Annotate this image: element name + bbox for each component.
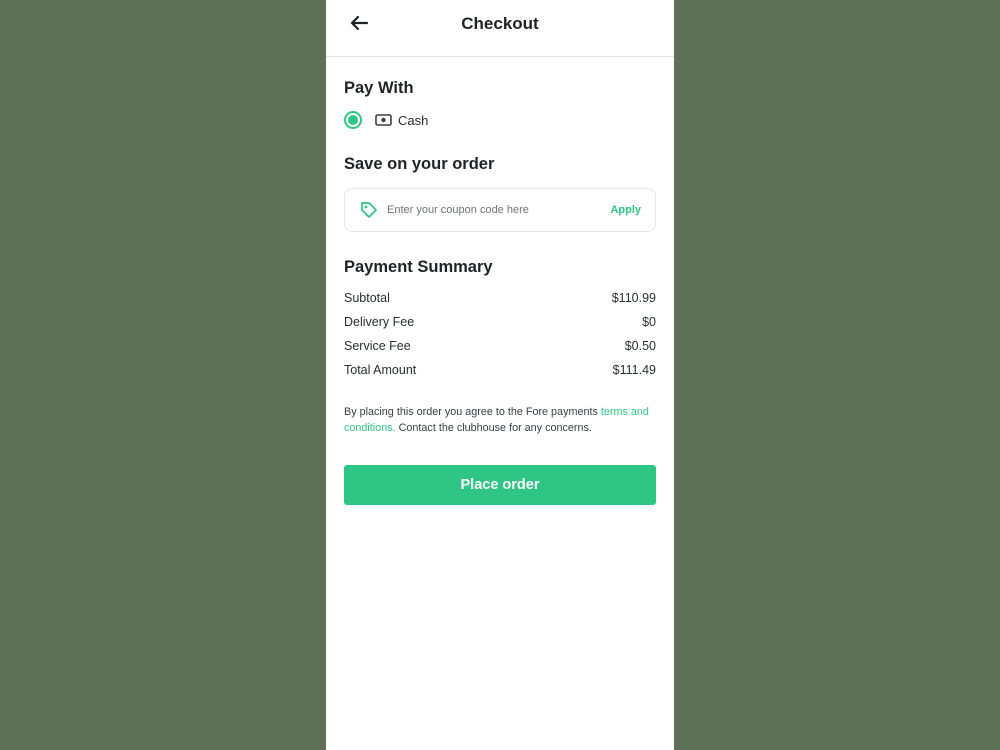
cash-radio[interactable]: [344, 111, 362, 129]
tag-icon: [359, 200, 379, 220]
terms-text-after: Contact the clubhouse for any concerns.: [395, 422, 592, 434]
summary-label: Total Amount: [344, 363, 417, 377]
terms-text-before: By placing this order you agree to the F…: [344, 406, 601, 418]
coupon-input[interactable]: [387, 201, 597, 219]
radio-selected-dot: [348, 115, 358, 125]
payment-method-cash[interactable]: Cash: [344, 110, 428, 130]
coupon-heading: Save on your order: [344, 155, 495, 173]
summary-value: $0.50: [624, 339, 656, 353]
summary-row-delivery-fee: Delivery Fee $0: [344, 313, 656, 331]
checkout-screen: Checkout Pay With Cash Save on your orde…: [326, 0, 674, 750]
cash-icon: [375, 114, 392, 126]
app-header: Checkout: [326, 0, 674, 57]
summary-label: Delivery Fee: [344, 315, 415, 329]
coupon-field: Apply: [344, 188, 656, 232]
summary-row-total: Total Amount $111.49: [344, 361, 656, 379]
summary-value: $110.99: [611, 291, 656, 305]
summary-row-service-fee: Service Fee $0.50: [344, 337, 656, 355]
summary-label: Subtotal: [344, 291, 390, 305]
page-title: Checkout: [461, 14, 539, 33]
payment-summary-heading: Payment Summary: [344, 258, 493, 276]
place-order-button[interactable]: Place order: [344, 465, 656, 505]
summary-label: Service Fee: [344, 339, 411, 353]
terms-notice: By placing this order you agree to the F…: [344, 404, 656, 436]
summary-value: $111.49: [612, 363, 656, 377]
cash-label: Cash: [398, 112, 429, 128]
apply-coupon-button[interactable]: Apply: [610, 204, 641, 216]
pay-with-heading: Pay With: [344, 79, 414, 97]
summary-value: $0: [642, 315, 656, 329]
summary-row-subtotal: Subtotal $110.99: [344, 289, 656, 307]
